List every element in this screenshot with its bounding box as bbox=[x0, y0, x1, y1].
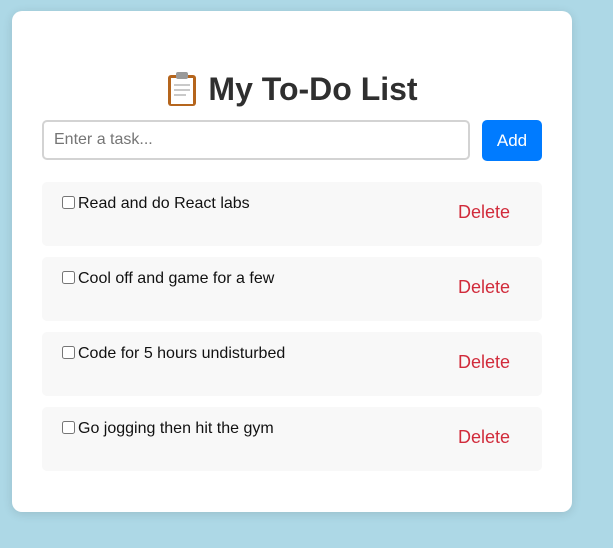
task-text: Code for 5 hours undisturbed bbox=[78, 345, 286, 362]
delete-button[interactable]: Delete bbox=[446, 202, 522, 223]
task-checkbox[interactable] bbox=[62, 346, 75, 359]
delete-button[interactable]: Delete bbox=[446, 277, 522, 298]
task-text: Read and do React labs bbox=[78, 195, 250, 212]
title-text: My To-Do List bbox=[208, 71, 418, 107]
delete-button[interactable]: Delete bbox=[446, 352, 522, 373]
todo-card: My To-Do List Add Read and do React labs… bbox=[12, 11, 572, 512]
task-checkbox[interactable] bbox=[62, 421, 75, 434]
list-item: Code for 5 hours undisturbed Delete bbox=[42, 332, 542, 396]
list-item: Read and do React labs Delete bbox=[42, 182, 542, 246]
task-text: Go jogging then hit the gym bbox=[78, 420, 274, 437]
task-checkbox[interactable] bbox=[62, 196, 75, 209]
page-title: My To-Do List bbox=[12, 71, 572, 107]
task-text: Cool off and game for a few bbox=[78, 270, 275, 287]
list-item: Go jogging then hit the gym Delete bbox=[42, 407, 542, 471]
task-list: Read and do React labs Delete Cool off a… bbox=[42, 182, 542, 471]
list-item: Cool off and game for a few Delete bbox=[42, 257, 542, 321]
task-checkbox[interactable] bbox=[62, 271, 75, 284]
task-input[interactable] bbox=[42, 120, 470, 160]
add-button[interactable]: Add bbox=[482, 120, 542, 161]
clipboard-icon bbox=[166, 71, 198, 107]
delete-button[interactable]: Delete bbox=[446, 427, 522, 448]
